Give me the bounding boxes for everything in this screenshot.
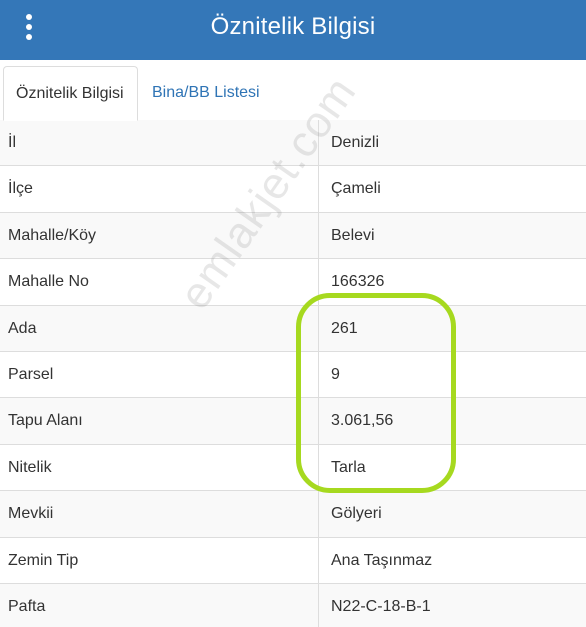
row-value: 261 [331,319,358,337]
row-value: Belevi [331,226,375,244]
row-label: Tapu Alanı [8,412,83,430]
table-row: Mahalle No 166326 [0,259,586,306]
row-value: 9 [331,365,340,383]
row-label: Ada [8,319,37,337]
column-divider [318,583,319,627]
column-divider [318,398,319,444]
tab-building-list[interactable]: Bina/BB Listesi [140,66,272,119]
table-row: İl Denizli [0,120,586,167]
app-header: Öznitelik Bilgisi [0,0,586,60]
row-label: Mahalle/Köy [8,226,97,244]
table-row: Mevkii Gölyeri [0,491,586,538]
table-row: Nitelik Tarla [0,444,586,492]
column-divider [318,120,319,166]
table-row: Ada 261 [0,305,586,352]
column-divider [318,305,319,351]
row-label: Pafta [8,597,46,615]
row-label: Mahalle No [8,273,89,291]
row-label: Parsel [8,365,54,383]
attribute-info-page: Öznitelik Bilgisi Öznitelik Bilgisi Bina… [0,0,586,627]
row-value: Çameli [331,180,381,198]
column-divider [318,444,319,491]
column-divider [318,491,319,537]
row-value: N22-C-18-B-1 [331,597,431,615]
column-divider [318,351,319,398]
tab-attribute-info[interactable]: Öznitelik Bilgisi [3,66,138,121]
column-divider [318,166,319,212]
table-row: Zemin Tip Ana Taşınmaz [0,537,586,584]
attribute-table: İl Denizli İlçe Çameli Mahalle/Köy Belev… [0,120,586,627]
row-value: Denizli [331,134,380,151]
table-row: İlçe Çameli [0,166,586,213]
row-value: Gölyeri [331,505,382,523]
row-label: İlçe [8,180,33,198]
table-row: Mahalle/Köy Belevi [0,212,586,260]
column-divider [318,212,319,259]
table-row: Parsel 9 [0,351,586,399]
row-value: 166326 [331,273,385,291]
row-label: İl [8,134,16,151]
row-label: Mevkii [8,505,54,523]
row-label: Nitelik [8,458,52,476]
page-title: Öznitelik Bilgisi [210,13,376,40]
table-row: Pafta N22-C-18-B-1 [0,583,586,627]
row-label: Zemin Tip [8,551,79,569]
table-row: Tapu Alanı 3.061,56 [0,398,586,445]
row-value: Tarla [331,458,366,476]
column-divider [318,259,319,305]
tab-bar: Öznitelik Bilgisi Bina/BB Listesi [0,60,586,121]
column-divider [318,537,319,583]
row-value: Ana Taşınmaz [331,551,433,569]
row-value: 3.061,56 [331,412,394,430]
